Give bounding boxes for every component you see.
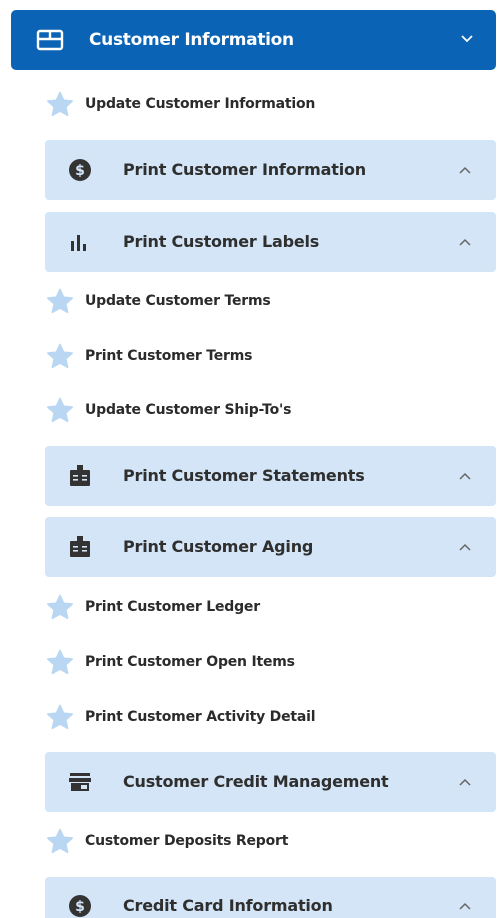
customer-information-menu: Customer Information Update Customer Inf… (0, 0, 499, 918)
bar-chart-icon (71, 235, 86, 251)
menu-group-label: Print Customer Statements (123, 466, 365, 485)
menu-item-customer-deposits-report[interactable]: Customer Deposits Report (46, 826, 288, 856)
menu-item-label: Print Customer Terms (85, 348, 253, 364)
menu-group-print-customer-information[interactable]: $ Print Customer Information (45, 140, 496, 200)
dollar-circle-icon: $ (69, 895, 91, 917)
menu-group-label: Print Customer Information (123, 160, 366, 179)
menu-item-print-customer-activity-detail[interactable]: Print Customer Activity Detail (46, 702, 316, 732)
star-icon (47, 828, 73, 854)
customer-information-header[interactable]: Customer Information (11, 10, 496, 70)
menu-item-label: Print Customer Open Items (85, 654, 295, 670)
chevron-up-icon[interactable] (458, 543, 472, 552)
star-icon (47, 649, 73, 675)
menu-group-label: Print Customer Aging (123, 537, 314, 556)
menu-group-print-customer-labels[interactable]: Print Customer Labels (45, 212, 496, 272)
menu-group-print-customer-aging[interactable]: Print Customer Aging (45, 517, 496, 577)
menu-item-print-customer-open-items[interactable]: Print Customer Open Items (46, 647, 295, 677)
menu-item-label: Update Customer Information (85, 96, 316, 112)
id-badge-icon (70, 465, 90, 486)
star-icon (47, 397, 73, 423)
menu-item-update-customer-information[interactable]: Update Customer Information (46, 89, 315, 119)
menu-item-label: Update Customer Terms (85, 293, 271, 309)
svg-text:$: $ (75, 163, 85, 179)
chevron-up-icon[interactable] (458, 166, 472, 175)
star-icon (47, 704, 73, 730)
star-icon (47, 594, 73, 620)
menu-item-label: Update Customer Ship-To's (85, 402, 292, 418)
star-icon (47, 91, 73, 117)
menu-item-update-customer-ship-tos[interactable]: Update Customer Ship-To's (46, 395, 291, 425)
menu-item-print-customer-ledger[interactable]: Print Customer Ledger (46, 592, 260, 622)
menu-item-label: Customer Deposits Report (85, 833, 289, 849)
menu-item-print-customer-terms[interactable]: Print Customer Terms (46, 341, 252, 371)
menu-item-update-customer-terms[interactable]: Update Customer Terms (46, 286, 271, 316)
id-badge-icon (70, 536, 90, 557)
chevron-up-icon[interactable] (458, 472, 472, 481)
menu-item-label: Print Customer Ledger (85, 599, 260, 615)
menu-group-label: Print Customer Labels (123, 232, 320, 251)
menu-item-label: Print Customer Activity Detail (85, 709, 316, 725)
dollar-circle-icon: $ (69, 159, 91, 181)
menu-group-print-customer-statements[interactable]: Print Customer Statements (45, 446, 496, 506)
menu-group-credit-card-information[interactable]: $ Credit Card Information (45, 877, 496, 918)
star-icon (47, 288, 73, 314)
chevron-up-icon[interactable] (458, 902, 472, 911)
menu-group-label: Customer Credit Management (123, 772, 389, 791)
menu-group-customer-credit-management[interactable]: Customer Credit Management (45, 752, 496, 812)
chevron-up-icon[interactable] (458, 778, 472, 787)
star-icon (47, 343, 73, 369)
chevron-up-icon[interactable] (458, 238, 472, 247)
menu-group-label: Credit Card Information (123, 896, 333, 915)
chevron-down-icon[interactable] (460, 34, 474, 44)
header-label: Customer Information (89, 30, 294, 50)
store-icon (69, 773, 91, 791)
book-open-icon (36, 29, 64, 51)
svg-text:$: $ (75, 899, 85, 915)
